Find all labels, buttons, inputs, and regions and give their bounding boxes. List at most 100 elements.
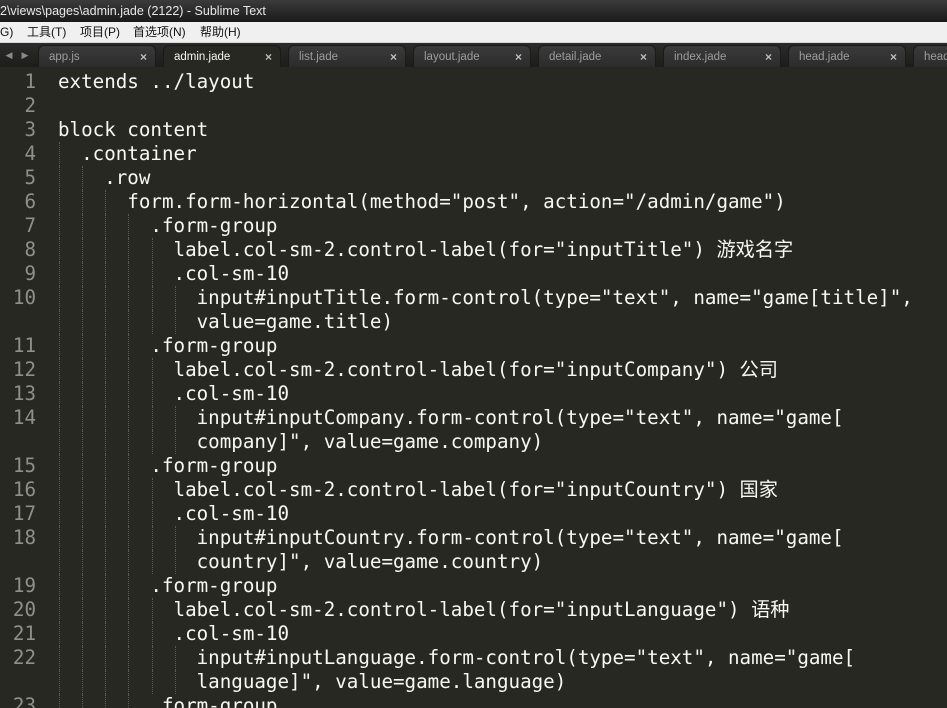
tab-label: admin.jade (174, 51, 231, 63)
code-text: label.col-sm-2.control-label(for="inputC… (58, 478, 778, 501)
indent-guide (151, 646, 153, 670)
close-icon[interactable]: × (765, 46, 772, 67)
code-line: value=game.title) (0, 310, 947, 334)
indent-guide (105, 262, 107, 286)
indent-guide (59, 238, 60, 262)
menu-item[interactable]: 首选项(N) (133, 22, 186, 42)
indent-guide (59, 166, 60, 190)
code-line: 7 .form-group (0, 214, 947, 238)
indent-guide (82, 358, 84, 382)
indent-guide (59, 646, 60, 670)
line-number: 22 (12, 646, 36, 669)
indent-guide (82, 550, 84, 574)
indent-guide (128, 526, 130, 550)
indent-guide (151, 310, 153, 334)
code-line: 22 input#inputLanguage.form-control(type… (0, 646, 947, 670)
menu-item[interactable]: 帮助(H) (200, 22, 241, 42)
code-line: 21 .col-sm-10 (0, 622, 947, 646)
code-line: 18 input#inputCountry.form-control(type=… (0, 526, 947, 550)
indent-guide (128, 622, 130, 646)
code-line: 5 .row (0, 166, 947, 190)
close-icon[interactable]: × (265, 46, 272, 67)
indent-guide (174, 550, 176, 574)
code-text: .col-sm-10 (58, 502, 290, 525)
code-line: 4 .container (0, 142, 947, 166)
indent-guide (82, 478, 84, 502)
code-text: .form-group (58, 694, 278, 708)
close-icon[interactable]: × (390, 46, 397, 67)
tab[interactable]: list.jade × (288, 45, 406, 67)
menu-item[interactable]: 项目(P) (80, 22, 120, 42)
close-icon[interactable]: × (890, 46, 897, 67)
code-line: 13 .col-sm-10 (0, 382, 947, 406)
tab-bar: ◀ ▶ app.js × admin.jade × list.jade × layout.j… (0, 43, 947, 67)
indent-guide (151, 478, 153, 502)
indent-guide (59, 334, 60, 358)
indent-guide (82, 406, 84, 430)
indent-guide (105, 478, 107, 502)
indent-guide (59, 550, 60, 574)
line-number: 16 (12, 478, 36, 501)
code-line: 17 .col-sm-10 (0, 502, 947, 526)
menu-item[interactable]: G) (0, 22, 13, 42)
tab[interactable]: head (913, 45, 947, 67)
indent-guide (82, 166, 84, 190)
close-icon[interactable]: × (515, 46, 522, 67)
indent-guide (82, 430, 84, 454)
indent-guide (59, 286, 60, 310)
code-text: label.col-sm-2.control-label(for="inputL… (58, 598, 790, 621)
code-text: .col-sm-10 (58, 262, 290, 285)
tab[interactable]: layout.jade × (413, 45, 531, 67)
indent-guide (59, 142, 60, 166)
code-text: country]", value=game.country) (58, 550, 544, 573)
indent-guide (105, 550, 107, 574)
tab-label: app.js (49, 51, 80, 63)
indent-guide (59, 670, 60, 694)
indent-guide (59, 694, 60, 708)
line-number: 14 (12, 406, 36, 429)
code-line: company]", value=game.company) (0, 430, 947, 454)
line-number: 3 (24, 118, 36, 141)
code-text: label.col-sm-2.control-label(for="inputC… (58, 358, 778, 381)
indent-guide (128, 598, 130, 622)
indent-guide (105, 526, 107, 550)
indent-guide (82, 286, 84, 310)
window-title: 2\views\pages\admin.jade (2122) - Sublim… (0, 4, 266, 18)
indent-guide (82, 598, 84, 622)
menu-item[interactable]: 工具(T) (27, 22, 66, 42)
indent-guide (151, 550, 153, 574)
tab[interactable]: app.js × (38, 45, 156, 67)
tab[interactable]: detail.jade × (538, 45, 656, 67)
indent-guide (128, 286, 130, 310)
indent-guide (59, 358, 60, 382)
indent-guide (82, 502, 84, 526)
indent-guide (151, 286, 153, 310)
indent-guide (82, 622, 84, 646)
code-editor[interactable]: 1 extends ../layout 2 3 block content 4 .cont… (0, 67, 947, 708)
code-text: language]", value=game.language) (58, 670, 567, 693)
indent-guide (105, 454, 107, 478)
indent-guide (59, 598, 60, 622)
indent-guide (151, 622, 153, 646)
code-line: 20 label.col-sm-2.control-label(for="inp… (0, 598, 947, 622)
code-line: 3 block content (0, 118, 947, 142)
code-text: .container (58, 142, 197, 165)
indent-guide (128, 670, 130, 694)
indent-guide (151, 598, 153, 622)
tab-scroll-left-icon[interactable]: ◀ (4, 47, 14, 63)
indent-guide (105, 310, 107, 334)
tab-active[interactable]: admin.jade × (163, 45, 281, 67)
indent-guide (82, 334, 84, 358)
close-icon[interactable]: × (140, 46, 147, 67)
indent-guide (59, 214, 60, 238)
tab-scroll-right-icon[interactable]: ▶ (20, 47, 30, 63)
indent-guide (128, 454, 130, 478)
code-line: 19 .form-group (0, 574, 947, 598)
code-text: extends ../layout (58, 70, 255, 93)
tab[interactable]: head.jade × (788, 45, 906, 67)
tab[interactable]: index.jade × (663, 45, 781, 67)
indent-guide (128, 574, 130, 598)
code-line: 15 .form-group (0, 454, 947, 478)
code-line: country]", value=game.country) (0, 550, 947, 574)
close-icon[interactable]: × (640, 46, 647, 67)
